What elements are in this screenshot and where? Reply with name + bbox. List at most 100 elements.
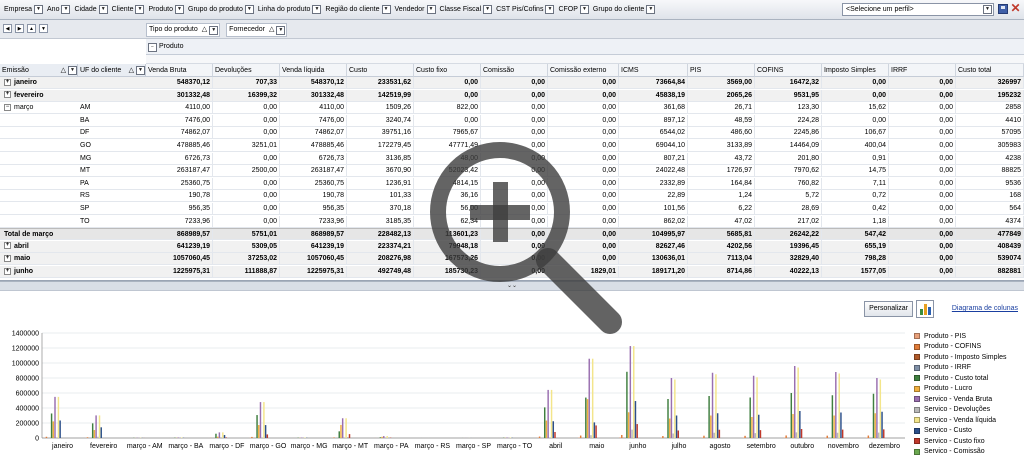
field-chip-fornecedor[interactable]: Fornecedor △ ▼ — [226, 23, 288, 37]
bar[interactable] — [672, 433, 674, 439]
bar[interactable] — [45, 436, 48, 438]
bar[interactable] — [345, 418, 347, 438]
table-cell[interactable]: 760,82 — [755, 177, 822, 190]
table-cell[interactable]: 0,00 — [889, 127, 956, 140]
collapse-all-icon[interactable]: ◀ — [3, 24, 12, 33]
expand-icon[interactable]: − — [148, 42, 157, 52]
table-cell[interactable]: 7970,62 — [755, 165, 822, 178]
filter-chip-cidade[interactable]: Cidade ▼ — [72, 3, 108, 17]
table-cell[interactable]: 0,00 — [481, 140, 548, 152]
delete-profile-icon[interactable]: ✕ — [1010, 2, 1021, 15]
table-cell[interactable]: 39751,16 — [347, 127, 414, 140]
table-cell[interactable]: 0,00 — [213, 127, 280, 140]
table-cell[interactable]: 897,12 — [619, 114, 688, 127]
table-cell[interactable]: 0,00 — [889, 165, 956, 178]
table-cell[interactable]: 956,35 — [280, 203, 347, 215]
bar[interactable] — [593, 422, 596, 438]
table-cell[interactable]: 3136,85 — [347, 152, 414, 165]
table-cell[interactable]: 0,00 — [889, 266, 956, 278]
table-cell[interactable]: 0,00 — [481, 266, 548, 278]
table-cell[interactable]: 7476,00 — [146, 114, 213, 127]
row-label[interactable]: + maio — [4, 253, 30, 265]
bar[interactable] — [674, 379, 676, 439]
table-cell[interactable]: 5,72 — [755, 190, 822, 203]
bar[interactable] — [797, 367, 799, 439]
table-cell[interactable]: 5751,01 — [213, 229, 280, 242]
collapse-icon[interactable]: − — [4, 103, 11, 111]
bar[interactable] — [831, 395, 834, 438]
bar[interactable] — [710, 415, 712, 439]
bar[interactable] — [759, 430, 762, 438]
table-cell[interactable]: 7233,96 — [280, 215, 347, 228]
table-cell[interactable]: 47771,49 — [414, 140, 481, 152]
table-cell[interactable]: 0,00 — [414, 77, 481, 89]
table-cell[interactable]: 0,00 — [548, 229, 619, 242]
table-cell[interactable]: 167573,26 — [414, 253, 481, 266]
table-cell[interactable]: 32829,40 — [755, 253, 822, 266]
bar[interactable] — [506, 437, 508, 438]
column-header[interactable]: Comissão externo — [548, 64, 619, 77]
table-cell[interactable]: 62,34 — [414, 215, 481, 228]
expand-icon[interactable]: + — [4, 91, 11, 99]
sort-icon[interactable]: △ — [267, 23, 276, 37]
table-cell[interactable]: 45838,19 — [619, 89, 688, 102]
table-cell[interactable]: 0,00 — [889, 102, 956, 115]
table-cell[interactable]: 0,00 — [213, 190, 280, 203]
column-header[interactable]: Venda líquida — [280, 64, 347, 77]
table-cell[interactable]: 172279,45 — [347, 140, 414, 152]
table-cell[interactable]: 4814,15 — [414, 177, 481, 190]
save-profile-icon[interactable] — [998, 4, 1008, 14]
bar[interactable] — [826, 435, 828, 438]
table-cell[interactable]: 408439 — [956, 240, 1024, 253]
table-cell[interactable]: 0,00 — [889, 203, 956, 215]
expand-icon[interactable]: + — [4, 242, 11, 250]
filter-dropdown-icon[interactable]: ▼ — [34, 5, 44, 14]
table-cell[interactable]: 223374,21 — [347, 240, 414, 253]
filter-dropdown-icon[interactable]: ▼ — [136, 66, 145, 75]
table-cell[interactable]: 0,00 — [481, 165, 548, 178]
table-cell[interactable]: 4202,56 — [688, 240, 755, 253]
table-cell[interactable]: 0,00 — [481, 215, 548, 228]
field-chip-tipo-produto[interactable]: Tipo do produto △ ▼ — [146, 23, 221, 37]
bar[interactable] — [621, 434, 623, 438]
table-cell[interactable]: 0,00 — [548, 240, 619, 253]
expand-columns-icon[interactable]: ▼ — [39, 24, 48, 33]
table-cell[interactable]: 301332,48 — [146, 89, 213, 102]
panel-splitter[interactable]: ⌄⌄ — [0, 281, 1024, 290]
row-label[interactable]: Total de março — [4, 229, 53, 241]
bar[interactable] — [348, 434, 351, 438]
table-cell[interactable]: 492749,48 — [347, 266, 414, 278]
bar[interactable] — [629, 346, 632, 438]
table-cell[interactable]: 19396,45 — [755, 240, 822, 253]
bar[interactable] — [595, 425, 597, 438]
bar[interactable] — [874, 413, 876, 438]
filter-dropdown-icon[interactable]: ▼ — [646, 5, 656, 14]
bar[interactable] — [263, 402, 265, 438]
bar[interactable] — [340, 424, 342, 438]
bar[interactable] — [586, 399, 589, 438]
bar[interactable] — [381, 436, 383, 438]
table-cell[interactable]: 3185,35 — [347, 215, 414, 228]
table-cell[interactable]: 130636,01 — [619, 253, 688, 266]
bar[interactable] — [383, 436, 385, 438]
table-cell[interactable]: 1726,97 — [688, 165, 755, 178]
table-cell[interactable]: 2245,86 — [755, 127, 822, 140]
table-cell[interactable]: 370,18 — [347, 203, 414, 215]
bar[interactable] — [790, 393, 793, 438]
bar[interactable] — [836, 432, 839, 438]
bar[interactable] — [876, 378, 878, 438]
table-cell[interactable]: 28,69 — [755, 203, 822, 215]
field-chip-emissao[interactable]: Emissão △ ▼ — [0, 64, 78, 77]
bar[interactable] — [225, 437, 227, 438]
profile-select[interactable]: <Selecione um perfil> ▼ — [842, 3, 994, 16]
bar[interactable] — [591, 358, 594, 438]
table-cell[interactable]: 37253,02 — [213, 253, 280, 266]
table-cell[interactable]: 868989,57 — [146, 229, 213, 242]
bar[interactable] — [509, 437, 512, 438]
table-cell[interactable]: 164,84 — [688, 177, 755, 190]
bar[interactable] — [91, 423, 94, 438]
table-cell[interactable]: 0,00 — [889, 229, 956, 242]
table-cell[interactable]: 0,00 — [548, 102, 619, 115]
bar[interactable] — [550, 389, 553, 438]
table-cell[interactable]: 305983 — [956, 140, 1024, 152]
